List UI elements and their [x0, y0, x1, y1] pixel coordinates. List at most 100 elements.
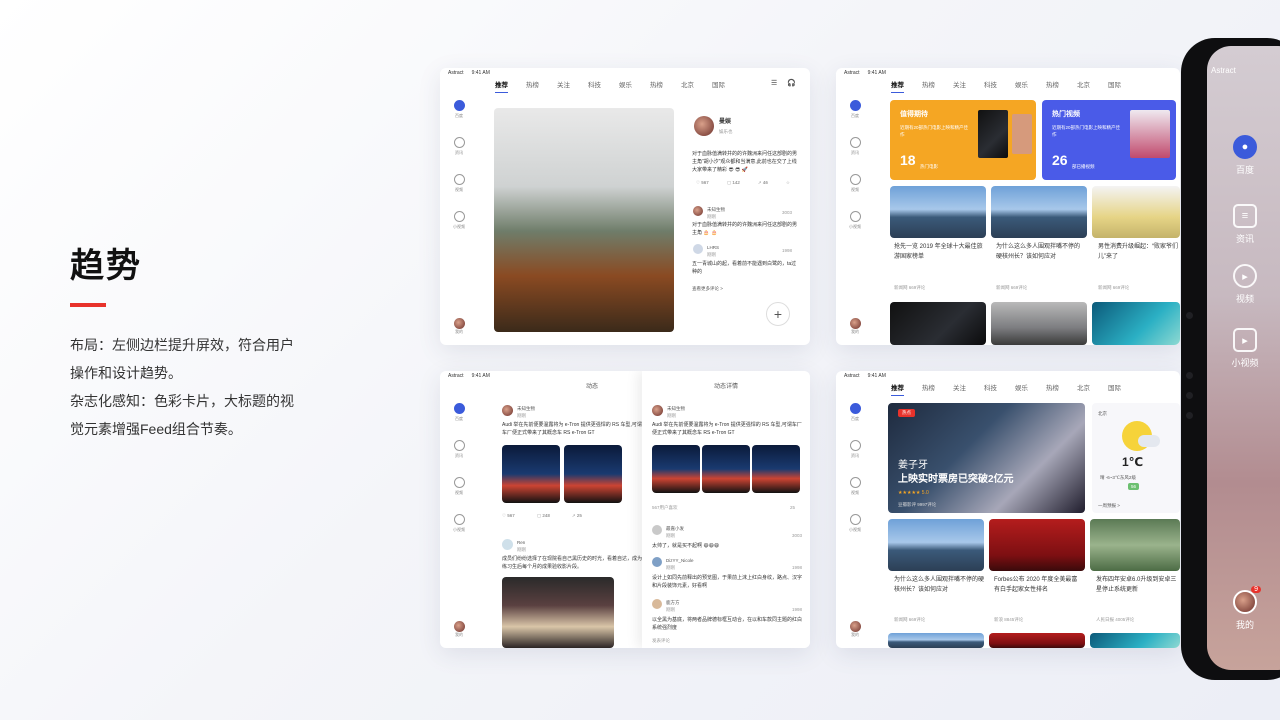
- sidebar-item-me[interactable]: 我的: [453, 318, 465, 335]
- share-count[interactable]: 25: [790, 503, 795, 512]
- news-title[interactable]: 男性消费升级崛起：“败家爷们儿”来了: [1098, 242, 1180, 262]
- share-button[interactable]: ↗ 25: [572, 511, 582, 520]
- news-image[interactable]: [1090, 633, 1180, 648]
- car-image[interactable]: [702, 445, 750, 493]
- news-title[interactable]: 为什么这么多人围观拌嘴不停的硬核州长？该如何应对: [996, 242, 1084, 262]
- headphones-icon[interactable]: 🎧: [787, 79, 796, 87]
- sidebar-item-me[interactable]: 我的: [849, 318, 861, 335]
- tab-follow[interactable]: 关注: [953, 382, 966, 396]
- reply-likes[interactable]: 1998: [792, 605, 802, 614]
- tab-ent[interactable]: 娱乐: [1015, 79, 1028, 93]
- tab-tech[interactable]: 科技: [984, 79, 997, 93]
- author-avatar[interactable]: [694, 116, 714, 136]
- tab-tech[interactable]: 科技: [984, 382, 997, 396]
- tab-hot2[interactable]: 热榜: [1046, 382, 1059, 396]
- sidebar-item-news[interactable]: 资讯: [849, 440, 861, 459]
- news-image-street[interactable]: [991, 302, 1087, 345]
- sidebar-item-video[interactable]: 视频: [849, 174, 861, 193]
- reply-likes[interactable]: 1998: [792, 563, 802, 572]
- device-nav-home[interactable]: ● 百度: [1220, 135, 1270, 176]
- news-image-car[interactable]: [890, 302, 986, 345]
- sidebar-item-home[interactable]: 百度: [849, 100, 861, 119]
- news-title[interactable]: 抢先一览 2019 年全球十大最佳旅游国家榜单: [894, 242, 984, 262]
- sidebar-item-me[interactable]: 我的: [453, 621, 465, 638]
- car-image[interactable]: [652, 445, 700, 493]
- tab-tech[interactable]: 科技: [588, 79, 601, 93]
- news-image-liberty[interactable]: [991, 186, 1087, 238]
- sidebar-item-news[interactable]: 资讯: [453, 440, 465, 459]
- tab-intl[interactable]: 国际: [1108, 382, 1121, 396]
- news-title[interactable]: Forbes公布 2020 年度全美最富有白手起家女性排名: [994, 575, 1082, 595]
- movie-poster[interactable]: [1012, 114, 1032, 154]
- tab-ent[interactable]: 娱乐: [1015, 382, 1028, 396]
- sidebar-item-video[interactable]: 视频: [849, 477, 861, 496]
- tab-beijing[interactable]: 北京: [1077, 382, 1090, 396]
- device-nav-news[interactable]: ≡ 资讯: [1220, 204, 1270, 245]
- post-avatar[interactable]: [502, 405, 513, 416]
- movie-poster[interactable]: [978, 110, 1008, 158]
- sidebar-item-small-video[interactable]: 小视频: [453, 211, 465, 230]
- like-button[interactable]: ♡ 567: [502, 511, 515, 520]
- tab-recommend[interactable]: 推荐: [891, 382, 904, 396]
- device-nav-small-video[interactable]: ▸ 小视频: [1220, 328, 1270, 369]
- news-title[interactable]: 发布四年安卓6.0升级到安卓三星停止系统更新: [1096, 575, 1180, 595]
- comment-button[interactable]: ▢ 248: [537, 511, 550, 520]
- news-image[interactable]: [989, 633, 1085, 648]
- tab-ent[interactable]: 娱乐: [619, 79, 632, 93]
- star-icon[interactable]: ☆: [786, 178, 790, 187]
- sidebar-item-news[interactable]: 资讯: [453, 137, 465, 156]
- card-expected-movies[interactable]: 值得期待 近期有20部热门电影上映和精产佳作 18 热门电影: [890, 100, 1036, 180]
- sidebar-item-video[interactable]: 视频: [453, 477, 465, 496]
- tab-hot2[interactable]: 热榜: [650, 79, 663, 93]
- car-image[interactable]: [564, 445, 622, 503]
- news-image-city[interactable]: [890, 186, 986, 238]
- share-button[interactable]: ↗ 46: [758, 178, 768, 187]
- weather-card[interactable]: 北京 1℃ 晴 -6~3℃东风2级 56 一周预报 >: [1092, 403, 1180, 513]
- sidebar-item-news[interactable]: 资讯: [849, 137, 861, 156]
- news-image-phone[interactable]: [1090, 519, 1180, 571]
- tab-intl[interactable]: 国际: [1108, 79, 1121, 93]
- more-comments-link[interactable]: 查看更多评论 >: [692, 284, 723, 293]
- sidebar-item-small-video[interactable]: 小视频: [849, 514, 861, 533]
- post-avatar[interactable]: [502, 539, 513, 550]
- tab-hot2[interactable]: 热榜: [1046, 79, 1059, 93]
- sidebar-item-home[interactable]: 百度: [453, 403, 465, 422]
- like-button[interactable]: ♡ 567: [696, 178, 709, 187]
- tab-hot[interactable]: 热榜: [922, 382, 935, 396]
- sidebar-item-small-video[interactable]: 小视频: [849, 211, 861, 230]
- car-image[interactable]: [502, 445, 560, 503]
- add-button[interactable]: +: [766, 302, 790, 326]
- comment-likes[interactable]: 3003: [782, 208, 792, 217]
- detail-avatar[interactable]: [652, 405, 663, 416]
- tab-hot[interactable]: 热榜: [526, 79, 539, 93]
- news-image-liberty[interactable]: [888, 519, 984, 571]
- weekly-forecast-link[interactable]: 一周预报 >: [1098, 501, 1120, 510]
- sidebar-item-home[interactable]: 百度: [453, 100, 465, 119]
- comment-button[interactable]: ▢ 142: [727, 178, 740, 187]
- mountain-image[interactable]: [494, 108, 674, 332]
- tab-follow[interactable]: 关注: [557, 79, 570, 93]
- group-photo[interactable]: [502, 577, 614, 648]
- news-image[interactable]: [888, 633, 984, 648]
- tab-beijing[interactable]: 北京: [681, 79, 694, 93]
- sidebar-item-me[interactable]: 我的: [849, 621, 861, 638]
- sidebar-item-home[interactable]: 百度: [849, 403, 861, 422]
- video-thumb[interactable]: [1130, 110, 1170, 158]
- tab-follow[interactable]: 关注: [953, 79, 966, 93]
- menu-icon[interactable]: ☰: [771, 79, 777, 87]
- device-nav-me[interactable]: 9 我的: [1220, 586, 1270, 631]
- reply-likes[interactable]: 3003: [792, 531, 802, 540]
- comment-likes[interactable]: 1998: [782, 246, 792, 255]
- news-image-portrait[interactable]: [989, 519, 1085, 571]
- tab-hot[interactable]: 热榜: [922, 79, 935, 93]
- car-image[interactable]: [752, 445, 800, 493]
- tab-intl[interactable]: 国际: [712, 79, 725, 93]
- sidebar-item-small-video[interactable]: 小视频: [453, 514, 465, 533]
- news-image-scooter[interactable]: [1092, 186, 1180, 238]
- comment-input[interactable]: 发表评论: [652, 636, 670, 645]
- tab-recommend[interactable]: 推荐: [495, 79, 508, 93]
- news-image-sea[interactable]: [1092, 302, 1180, 345]
- card-hot-videos[interactable]: 热门视频 近期有20部热门电影上映和精产佳作 26 部已播视频: [1042, 100, 1176, 180]
- news-title[interactable]: 为什么这么多人围观拌嘴不停的硬核州长？该如何应对: [894, 575, 984, 595]
- tab-beijing[interactable]: 北京: [1077, 79, 1090, 93]
